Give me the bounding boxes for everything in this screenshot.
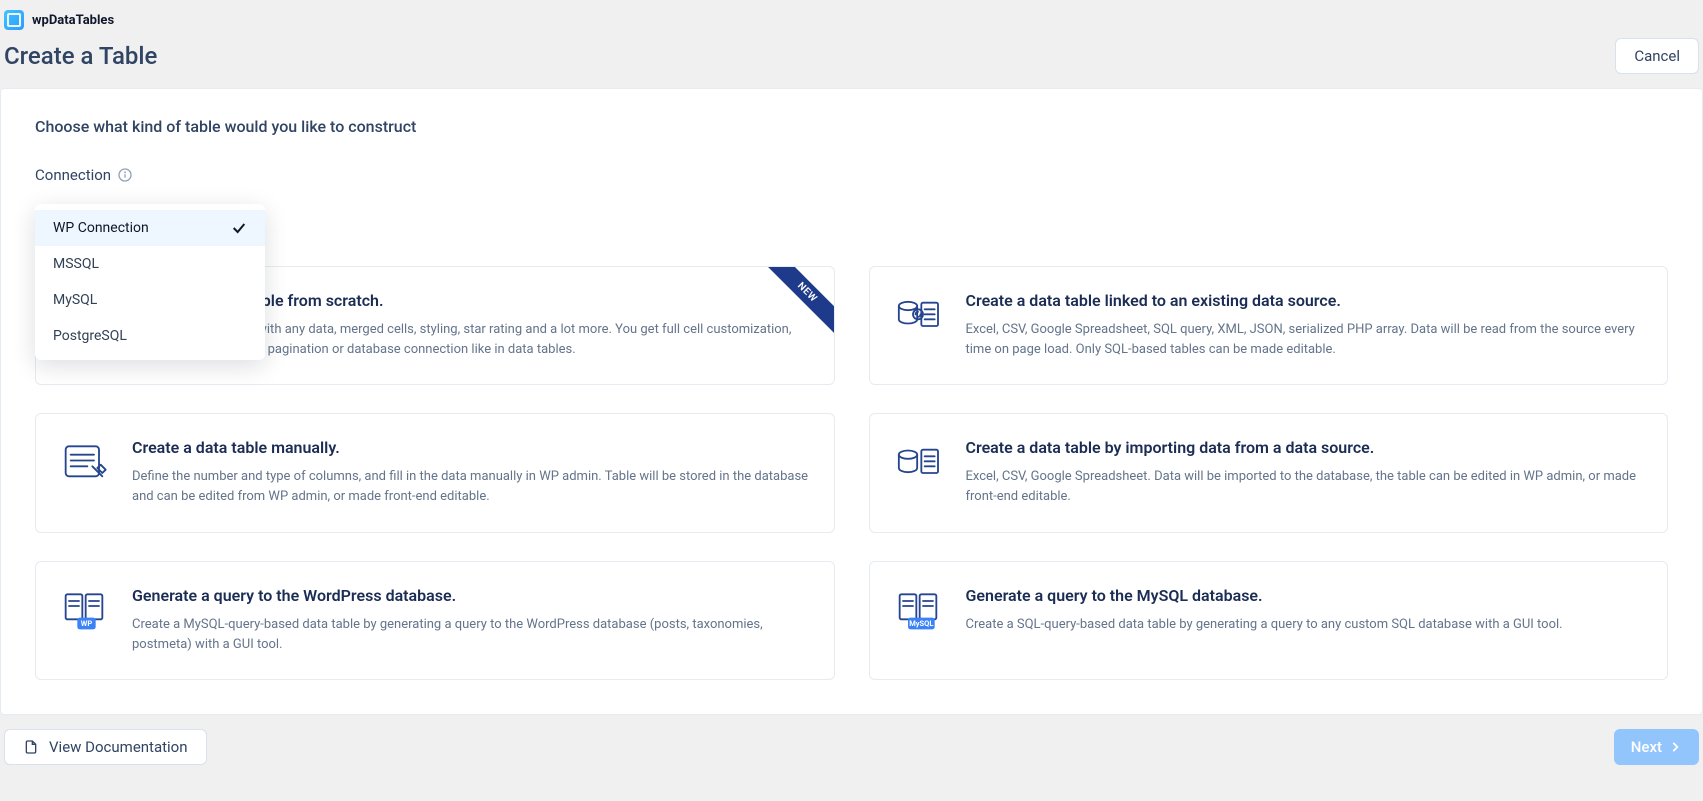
wp-query-icon: WP <box>58 586 110 655</box>
brand-logo-icon <box>4 10 24 30</box>
brand-name: wpDataTables <box>32 13 114 28</box>
connection-option-postgresql[interactable]: PostgreSQL <box>35 318 265 354</box>
connection-option-label: MSSQL <box>53 256 99 272</box>
cancel-button-label: Cancel <box>1634 47 1680 65</box>
chevron-right-icon <box>1668 740 1682 754</box>
next-button[interactable]: Next <box>1614 729 1699 765</box>
next-button-label: Next <box>1631 738 1662 756</box>
connection-option-mssql[interactable]: MSSQL <box>35 246 265 282</box>
svg-text:MySQL: MySQL <box>909 619 933 628</box>
option-desc: Create a MySQL-query-based data table by… <box>132 615 812 655</box>
option-linked-source[interactable]: Create a data table linked to an existin… <box>869 266 1669 385</box>
check-icon <box>231 220 247 236</box>
connection-option-mysql[interactable]: MySQL <box>35 282 265 318</box>
cancel-button[interactable]: Cancel <box>1615 38 1699 74</box>
linked-source-icon <box>892 291 944 360</box>
option-desc: Define the number and type of columns, a… <box>132 467 812 507</box>
connection-option-label: PostgreSQL <box>53 328 127 344</box>
option-mysql-query[interactable]: MySQL Generate a query to the MySQL data… <box>869 561 1669 680</box>
manual-table-icon <box>58 438 110 507</box>
option-import-data[interactable]: Create a data table by importing data fr… <box>869 413 1669 532</box>
option-title: Create a data table linked to an existin… <box>966 291 1646 310</box>
connection-option-label: WP Connection <box>53 220 149 236</box>
option-desc: Excel, CSV, Google Spreadsheet, SQL quer… <box>966 320 1646 360</box>
wizard-panel: Choose what kind of table would you like… <box>0 88 1703 715</box>
option-desc: Excel, CSV, Google Spreadsheet. Data wil… <box>966 467 1646 507</box>
document-icon <box>23 739 39 755</box>
option-title: Generate a query to the WordPress databa… <box>132 586 812 605</box>
option-wp-query[interactable]: WP Generate a query to the WordPress dat… <box>35 561 835 680</box>
info-icon[interactable] <box>117 167 133 183</box>
connection-label: Connection <box>35 166 111 184</box>
view-documentation-button[interactable]: View Documentation <box>4 729 207 765</box>
connection-row: Connection <box>35 166 1668 184</box>
mysql-query-icon: MySQL <box>892 586 944 655</box>
connection-option-label: MySQL <box>53 292 97 308</box>
new-ribbon: NEW <box>756 267 834 345</box>
brand-header: wpDataTables <box>0 0 1703 36</box>
option-title: Generate a query to the MySQL database. <box>966 586 1563 605</box>
option-manual-table[interactable]: Create a data table manually. Define the… <box>35 413 835 532</box>
svg-text:WP: WP <box>81 619 93 628</box>
page-title: Create a Table <box>4 42 157 70</box>
option-title: Create a data table manually. <box>132 438 812 457</box>
connection-option-wp[interactable]: WP Connection <box>35 210 265 246</box>
connection-dropdown-panel: WP Connection MSSQL MySQL PostgreSQL <box>35 204 265 360</box>
option-title: Create a data table by importing data fr… <box>966 438 1646 457</box>
import-data-icon <box>892 438 944 507</box>
view-documentation-label: View Documentation <box>49 738 188 756</box>
section-heading: Choose what kind of table would you like… <box>35 117 1668 136</box>
option-desc: Create a SQL-query-based data table by g… <box>966 615 1563 635</box>
